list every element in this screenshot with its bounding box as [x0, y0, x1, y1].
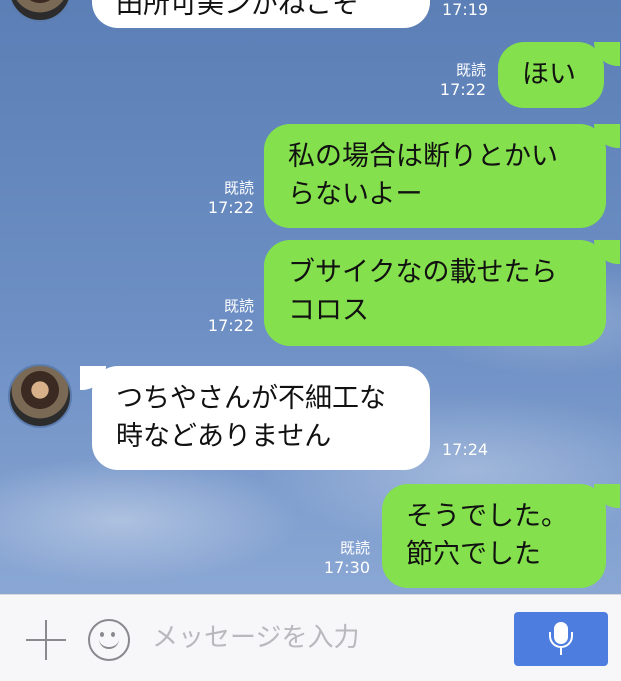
- avatar[interactable]: [8, 0, 72, 22]
- message-meta: 17:19: [442, 0, 488, 20]
- message-input[interactable]: メッセージを入力: [152, 621, 482, 655]
- avatar[interactable]: [8, 364, 72, 428]
- message-bubble-outgoing[interactable]: ほい: [498, 42, 604, 108]
- message-time: 17:22: [439, 80, 486, 99]
- smiley-icon[interactable]: [88, 619, 130, 661]
- message-bubble-incoming[interactable]: 田所可美ンがねこそ: [92, 0, 430, 28]
- message-meta: 17:24: [442, 440, 488, 460]
- message-bubble-outgoing[interactable]: そうでした。 節穴でした: [382, 484, 606, 588]
- message-meta: 既読 17:30: [314, 538, 370, 578]
- read-receipt: 既読: [339, 539, 370, 557]
- plus-icon[interactable]: [26, 620, 66, 660]
- message-time: 17:24: [442, 440, 489, 459]
- composer-bar: メッセージを入力: [0, 594, 621, 681]
- message-time: 17:30: [323, 558, 370, 577]
- chat-area[interactable]: 田所可美ンがねこそ 17:19 既読 17:22 ほい 既読 17:22 私の場…: [0, 0, 621, 594]
- read-receipt: 既読: [223, 179, 254, 197]
- read-receipt: 既読: [223, 297, 254, 315]
- microphone-button[interactable]: [514, 612, 608, 666]
- message-time: 17:19: [442, 0, 489, 19]
- message-bubble-outgoing[interactable]: 私の場合は断りとかい らないよー: [264, 124, 606, 228]
- read-receipt: 既読: [455, 61, 486, 79]
- message-time: 17:22: [207, 316, 254, 335]
- message-time: 17:22: [207, 198, 254, 217]
- message-meta: 既読 17:22: [198, 296, 254, 336]
- message-bubble-incoming[interactable]: つちやさんが不細工な 時などありません: [92, 366, 430, 470]
- message-meta: 既読 17:22: [198, 178, 254, 218]
- message-meta: 既読 17:22: [430, 60, 486, 100]
- message-bubble-outgoing[interactable]: ブサイクなの載せたら コロス: [264, 240, 606, 346]
